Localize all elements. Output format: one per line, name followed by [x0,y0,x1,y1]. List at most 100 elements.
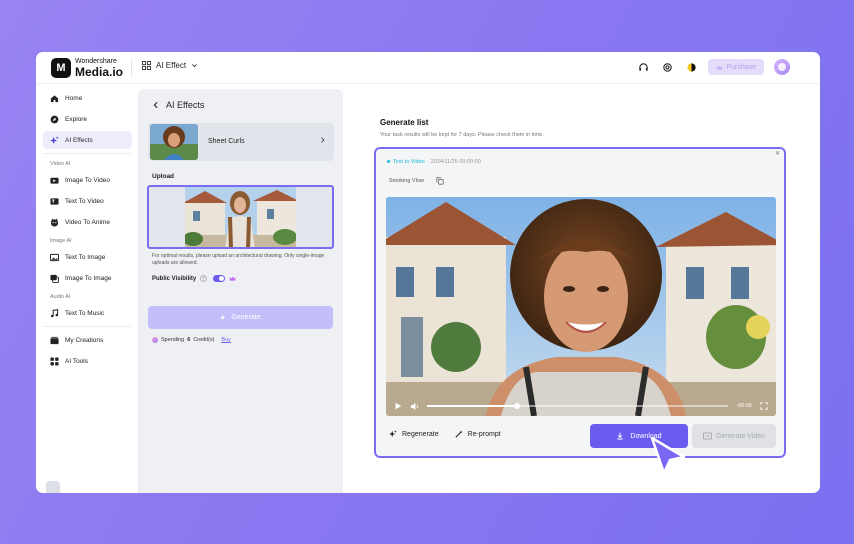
upload-dropzone[interactable] [147,185,334,249]
video-icon [703,432,712,440]
generate-video-label: Generate Video [716,432,765,440]
sidebar-item-label: Text To Video [65,197,104,205]
text-video-icon [50,197,59,206]
divider [131,59,132,77]
sidebar-item-image-to-image[interactable]: Image To Image [43,269,132,287]
uploaded-image [185,187,296,247]
credit-coin-icon [152,337,158,343]
task-card: ✕ Text to Video 2024/11/25 00:00:00 Smok… [374,147,786,458]
chevron-down-icon [192,64,198,68]
public-visibility-label: Public Visibility [152,275,197,282]
effect-selector[interactable]: Sheet Curls [148,123,334,161]
spending-suffix: Credit(s) [193,337,215,343]
home-icon [50,94,59,103]
generate-label: Generate [231,314,261,321]
chevron-right-icon [321,137,325,143]
effect-name: Sheet Curls [208,138,245,145]
folder-stack-icon [50,336,59,345]
generate-video-button[interactable]: Generate Video [692,424,776,448]
task-name-row: Smoking Vlow [389,177,444,185]
sidebar-item-video-to-anime[interactable]: Video To Anime [43,213,132,231]
sidebar-item-text-to-video[interactable]: Text To Video [43,192,132,210]
generate-button[interactable]: Generate [148,306,333,329]
crown-icon [717,64,723,70]
sidebar-item-label: Text To Music [65,309,105,317]
sidebar-item-image-to-video[interactable]: Image To Video [43,171,132,189]
purchase-label: Purchase [726,63,756,71]
settings-icon[interactable] [660,60,674,74]
logo[interactable]: Wondershare Media.io [75,58,123,78]
robot-icon[interactable] [46,481,60,493]
task-actions: Regenerate Re-prompt [389,430,501,438]
task-type-label: Text to Video [393,159,425,165]
regenerate-button[interactable]: Regenerate [389,430,439,438]
avatar[interactable] [774,59,790,75]
spending-amount: 6 [187,337,191,343]
public-visibility-row: Public Visibility [152,275,236,282]
effect-thumbnail [150,124,198,160]
sidebar-item-ai-effects[interactable]: AI Effects [43,131,132,149]
app-window: M Wondershare Media.io AI Effect Purchas… [36,52,820,493]
section-label-image-ai: Image AI [50,238,72,244]
back-icon[interactable] [152,101,160,109]
theme-toggle-icon[interactable] [684,60,698,74]
logo-icon[interactable]: M [51,58,71,78]
time-remaining: -00:05 [736,403,752,409]
grid-icon [142,61,151,70]
purchase-button[interactable]: Purchase [708,59,764,75]
sidebar-item-text-to-image[interactable]: Text To Image [43,248,132,266]
headset-icon[interactable] [636,60,650,74]
logo-small-text: Wondershare [75,58,117,65]
video-player[interactable]: -00:05 [386,197,776,416]
progress-handle[interactable] [514,403,521,409]
section-label-video-ai: Video AI [50,161,71,167]
buy-link[interactable]: Buy [221,337,230,343]
sidebar-item-ai-tools[interactable]: AI Tools [43,352,132,370]
sidebar-item-home[interactable]: Home [43,89,132,107]
upload-label: Upload [152,173,175,180]
fullscreen-icon[interactable] [760,402,768,410]
image-icon [50,253,59,262]
ai-effect-menu[interactable]: AI Effect [142,61,198,70]
progress-bar[interactable] [427,403,729,409]
sidebar-item-label: AI Tools [65,357,89,365]
task-meta: Text to Video 2024/11/25 00:00:00 [387,159,481,165]
divider [43,326,132,327]
divider [43,153,132,154]
top-right-actions: Purchase [636,59,790,75]
play-icon[interactable] [394,402,402,410]
reprompt-label: Re-prompt [467,430,501,438]
sidebar-item-label: Image To Video [65,176,110,184]
sidebar-item-label: Explore [65,115,88,123]
volume-icon[interactable] [410,402,419,411]
video-frame [386,197,776,416]
video-controls: -00:05 [386,396,776,416]
sidebar-item-explore[interactable]: Explore [43,110,132,128]
sparkle-icon [220,314,227,321]
cursor-pointer-icon [650,436,686,475]
sidebar-item-my-creations[interactable]: My Creations [43,331,132,349]
visibility-toggle[interactable] [213,275,226,282]
task-name: Smoking Vlow [389,178,424,184]
top-bar: M Wondershare Media.io AI Effect Purchas… [36,52,820,84]
download-icon [617,432,624,440]
copy-icon[interactable] [436,177,444,185]
music-note-icon [50,308,59,318]
credit-spending: Spending 6 Credit(s) Buy [152,337,231,343]
sidebar-item-text-to-music[interactable]: Text To Music [43,304,132,322]
image-convert-icon [50,274,59,283]
compass-icon [50,115,59,124]
reprompt-button[interactable]: Re-prompt [455,430,501,438]
task-type-badge: Text to Video [387,159,425,165]
close-icon[interactable]: ✕ [775,150,780,157]
sparkle-icon [50,135,59,145]
progress-fill [427,405,518,407]
effects-panel: AI Effects Sheet Curls Upload For optima… [138,89,343,493]
help-icon[interactable] [200,275,208,282]
apps-grid-icon [50,356,59,366]
sidebar-item-label: Video To Anime [65,218,110,226]
upload-hint: For optimal results, please upload an ar… [152,253,325,266]
magic-wand-icon [455,430,463,438]
ai-effect-menu-label: AI Effect [156,61,187,70]
spending-prefix: Spending [161,337,185,343]
